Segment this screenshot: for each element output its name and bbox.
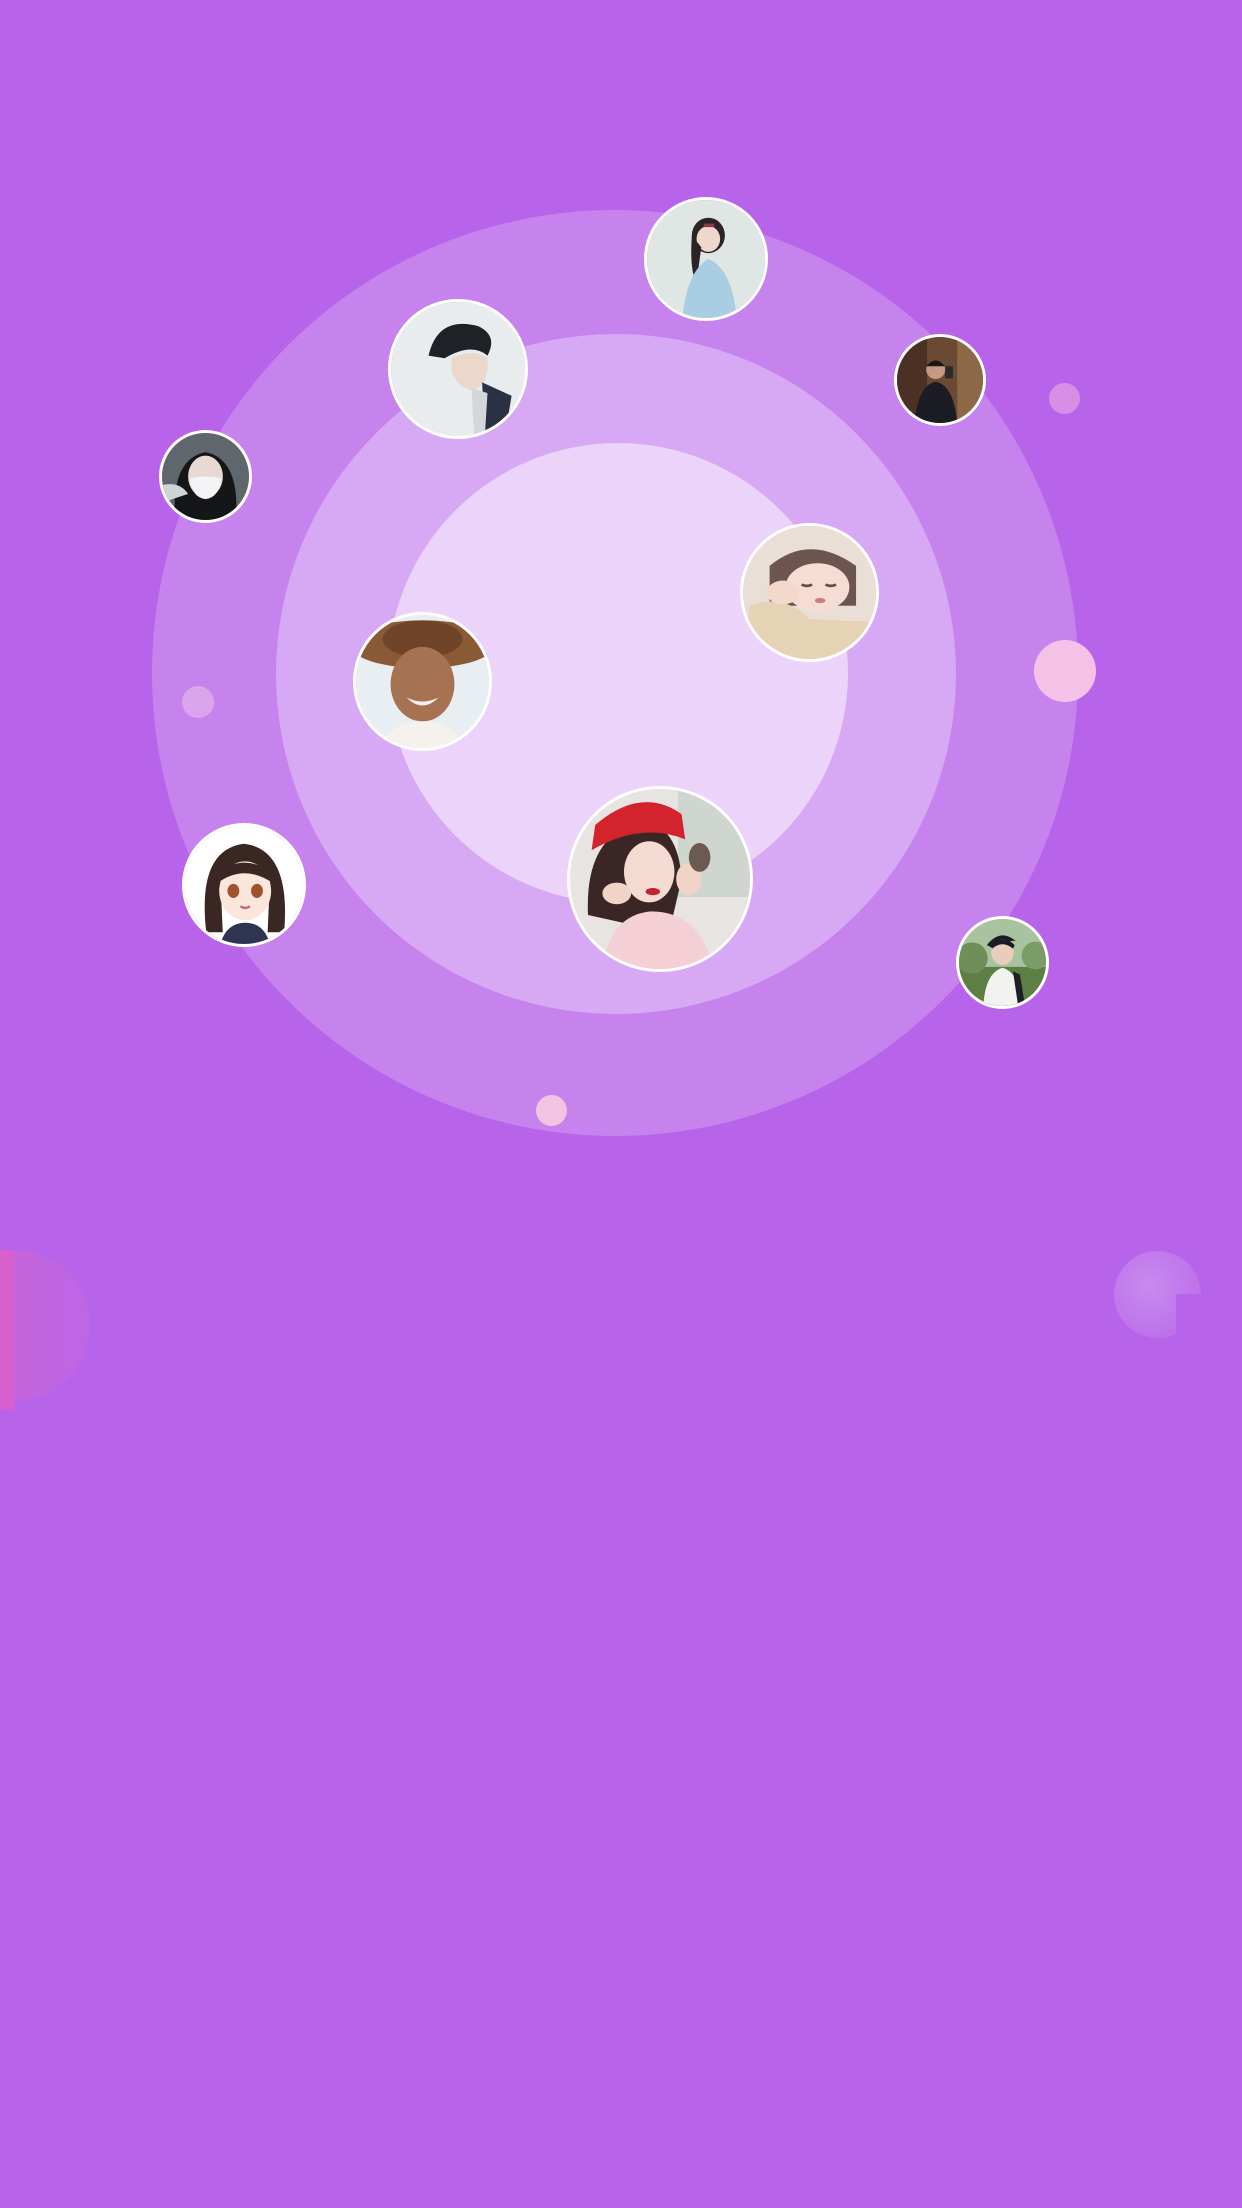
- user-avatar-4[interactable]: [159, 430, 252, 523]
- man-selfie-avatar: [897, 337, 983, 423]
- anime-girl-avatar: [185, 826, 303, 944]
- user-avatar-5[interactable]: [740, 523, 879, 662]
- boy-outdoor-avatar: [959, 919, 1046, 1006]
- decor-dot: [182, 686, 214, 718]
- decor-dot: [536, 1095, 567, 1126]
- user-avatar-6[interactable]: [353, 612, 492, 751]
- user-avatar-2[interactable]: [388, 299, 528, 439]
- red-hat-girl-avatar: [570, 789, 750, 969]
- girl-hanfu-avatar: [647, 200, 765, 318]
- decor-shape-left: [0, 1250, 95, 1410]
- user-avatar-9[interactable]: [956, 916, 1049, 1009]
- girl-mask-avatar: [162, 433, 249, 520]
- decor-dot: [1034, 640, 1096, 702]
- sleeping-child-avatar: [743, 526, 876, 659]
- user-avatar-1[interactable]: [644, 197, 768, 321]
- user-avatar-3[interactable]: [894, 334, 986, 426]
- boy-dark-hair-avatar: [391, 302, 525, 436]
- straw-hat-avatar: [356, 615, 489, 748]
- user-avatar-7[interactable]: [182, 823, 306, 947]
- decor-shape-right: [1114, 1251, 1201, 1338]
- decor-dot: [1049, 383, 1080, 414]
- user-avatar-8[interactable]: [567, 786, 753, 972]
